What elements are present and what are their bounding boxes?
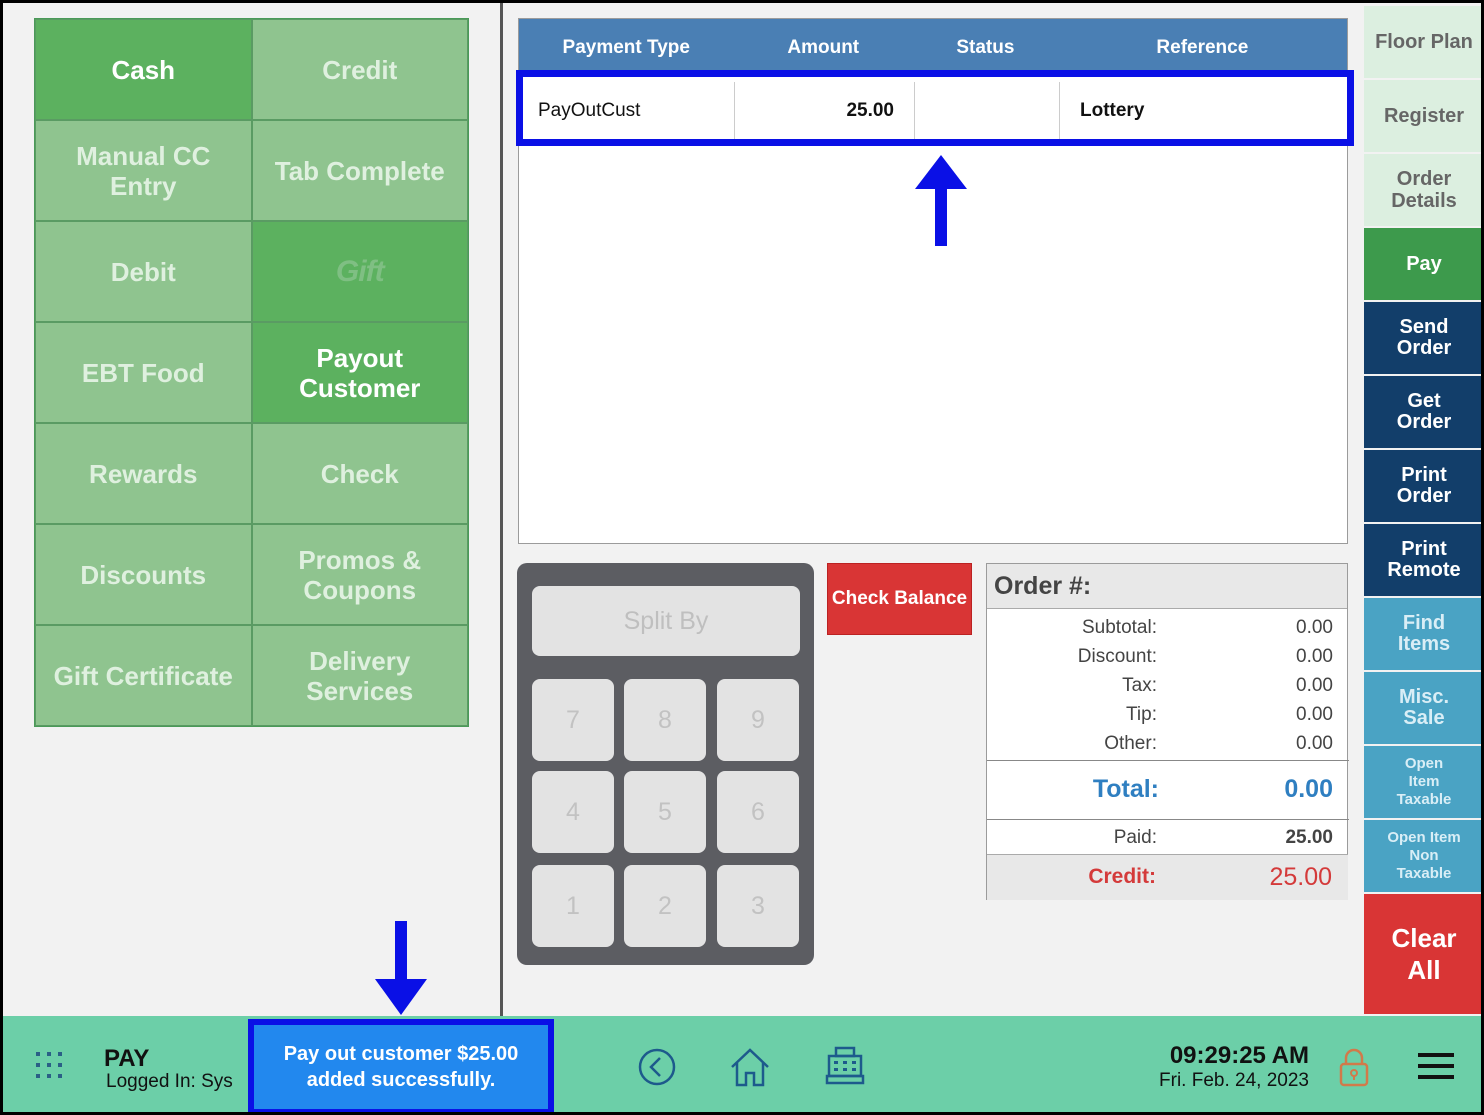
order-details-button[interactable]: Order Details [1364,154,1481,228]
tip-label: Tip: [1126,704,1157,725]
total-label: Total: [1092,775,1159,803]
tender-ebt-food[interactable]: EBT Food [35,322,252,423]
column-header: Payment Type [562,36,690,58]
subtotal-value: 0.00 [1296,617,1333,638]
split-by-button[interactable]: Split By [532,586,800,656]
order-number-title: Order #: [987,564,1347,609]
pay-screen: Cash Credit Manual CC Entry Tab Complete… [0,0,1484,1115]
pay-button[interactable]: Pay [1364,228,1481,302]
find-items-button[interactable]: Find Items [1364,598,1481,672]
tender-gift[interactable]: Gift [251,221,468,322]
key-5[interactable]: 5 [624,771,706,853]
key-1[interactable]: 1 [532,865,614,947]
paid-value: 25.00 [1285,827,1333,848]
get-order-button[interactable]: Get Order [1364,376,1481,450]
tender-promos-coupons[interactable]: Promos & Coupons [251,524,468,625]
tender-discounts[interactable]: Discounts [35,524,252,625]
print-order-button[interactable]: Print Order [1364,450,1481,524]
home-icon[interactable] [729,1046,771,1088]
tender-cash[interactable]: Cash [35,19,252,120]
tender-gift-certificate[interactable]: Gift Certificate [35,625,252,726]
tender-grid: Cash Credit Manual CC Entry Tab Complete… [34,18,469,727]
tender-label: Check [320,458,399,489]
gift-logo-icon: Gift [335,254,385,288]
key-7[interactable]: 7 [532,679,614,761]
discount-label: Discount: [1077,646,1157,667]
check-balance-button[interactable]: Check Balance [827,563,972,635]
down-arrow-annotation [375,921,427,1015]
discount-value: 0.00 [1296,646,1333,667]
tender-delivery-services[interactable]: Delivery Services [251,625,468,726]
tax-value: 0.00 [1296,675,1333,696]
tender-label: Cash [111,54,176,85]
total-line: Total: 0.00 [987,760,1349,820]
tender-credit[interactable]: Credit [251,19,468,120]
up-arrow-annotation [915,155,967,246]
key-6[interactable]: 6 [717,771,799,853]
right-nav: Floor Plan Register Order Details Pay Se… [1364,6,1481,1016]
tender-debit[interactable]: Debit [35,221,252,322]
back-circle-icon[interactable] [637,1047,677,1087]
credit-line: Credit: 25.00 [987,854,1348,900]
floor-plan-button[interactable]: Floor Plan [1364,6,1481,80]
row-highlight-annotation [516,70,1354,146]
tender-label: Promos & Coupons [298,544,422,605]
tender-tab-complete[interactable]: Tab Complete [251,120,468,221]
key-8[interactable]: 8 [624,679,706,761]
order-summary: Order #: Subtotal: 0.00 Discount: 0.00 T… [986,563,1349,900]
open-item-taxable-button[interactable]: Open Item Taxable [1364,746,1481,820]
tender-label: Delivery Services [306,645,414,706]
numeric-keypad: Split By 7 8 9 4 5 6 1 2 3 [517,563,814,965]
column-header: Amount [787,36,860,58]
tender-label: Credit [322,54,398,85]
footer-bar: PAY Logged In: Sys Pay out customer $25.… [3,1016,1481,1112]
tip-value: 0.00 [1296,704,1333,725]
logged-in-user: Logged In: Sys [106,1071,233,1092]
success-toast: Pay out customer $25.00 added successful… [248,1019,554,1112]
subtotal-label: Subtotal: [1082,617,1157,638]
tender-check[interactable]: Check [251,423,468,524]
tax-label: Tax: [1122,675,1157,696]
tender-label: Discounts [80,559,207,590]
misc-sale-button[interactable]: Misc. Sale [1364,672,1481,746]
register-button[interactable]: Register [1364,80,1481,154]
clock-date: Fri. Feb. 24, 2023 [1159,1070,1309,1091]
key-2[interactable]: 2 [624,865,706,947]
register-icon[interactable] [825,1046,865,1086]
tender-label: Gift Certificate [53,660,233,691]
tender-label: EBT Food [81,357,205,388]
tender-label: Manual CC Entry [76,140,211,201]
grid-menu-icon[interactable] [36,1052,64,1080]
credit-label: Credit: [1088,865,1156,888]
screen-name: PAY [104,1045,150,1072]
tender-label: Payout Customer [299,342,421,403]
tender-payout-customer[interactable]: Payout Customer [251,322,468,423]
hamburger-menu-icon[interactable] [1418,1052,1454,1080]
lock-icon[interactable] [1338,1046,1370,1088]
paid-label: Paid: [1113,827,1157,848]
clear-all-button[interactable]: Clear All [1364,894,1481,1016]
key-4[interactable]: 4 [532,771,614,853]
tender-manual-cc-entry[interactable]: Manual CC Entry [35,120,252,221]
other-label: Other: [1104,733,1157,754]
key-3[interactable]: 3 [717,865,799,947]
tender-label: Tab Complete [274,155,445,186]
payments-table-header: Payment Type Amount Status Reference [519,19,1347,76]
open-item-non-taxable-button[interactable]: Open Item Non Taxable [1364,820,1481,894]
tender-label: Rewards [89,458,198,489]
other-value: 0.00 [1296,733,1333,754]
clock-time: 09:29:25 AM [1169,1042,1309,1069]
print-remote-button[interactable]: Print Remote [1364,524,1481,598]
column-header: Reference [1156,36,1249,58]
total-value: 0.00 [1284,775,1333,803]
tender-rewards[interactable]: Rewards [35,423,252,524]
send-order-button[interactable]: Send Order [1364,302,1481,376]
key-9[interactable]: 9 [717,679,799,761]
credit-value: 25.00 [1269,863,1332,891]
panel-divider [500,3,503,1016]
column-header: Status [956,36,1015,58]
tender-label: Debit [110,256,176,287]
